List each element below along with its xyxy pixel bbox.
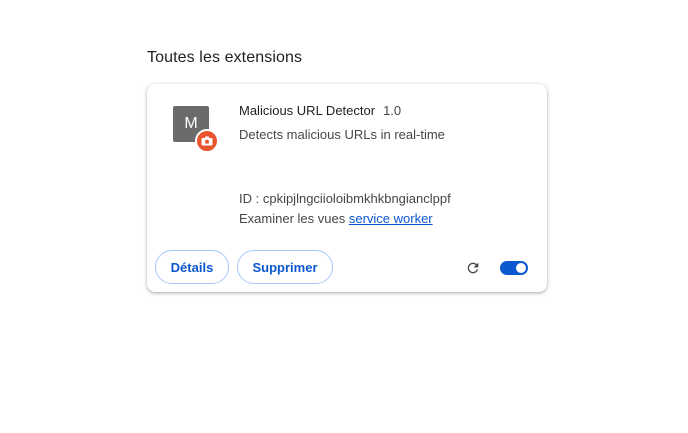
enable-toggle[interactable] xyxy=(500,261,528,275)
remove-button[interactable]: Supprimer xyxy=(237,250,333,284)
service-worker-link[interactable]: service worker xyxy=(349,211,433,226)
extension-version: 1.0 xyxy=(383,103,402,118)
extension-name-row: Malicious URL Detector 1.0 xyxy=(239,103,401,118)
inspect-views-row: Examiner les vues service worker xyxy=(239,211,433,226)
reload-icon[interactable] xyxy=(463,258,483,278)
extension-id: ID : cpkipjlngciioloibmkhkbngianclppf xyxy=(239,191,451,206)
details-button[interactable]: Détails xyxy=(155,250,229,284)
camera-icon xyxy=(195,129,219,153)
extensions-page: Toutes les extensions M Malicious URL De… xyxy=(0,0,688,433)
toggle-knob xyxy=(516,263,526,273)
extension-card: M Malicious URL Detector 1.0 Detects mali… xyxy=(147,84,547,292)
section-title: Toutes les extensions xyxy=(147,49,303,66)
extension-name: Malicious URL Detector xyxy=(239,103,376,118)
inspect-views-label: Examiner les vues xyxy=(239,211,346,226)
extension-description: Detects malicious URLs in real-time xyxy=(239,127,445,142)
extension-icon-letter: M xyxy=(184,115,198,132)
